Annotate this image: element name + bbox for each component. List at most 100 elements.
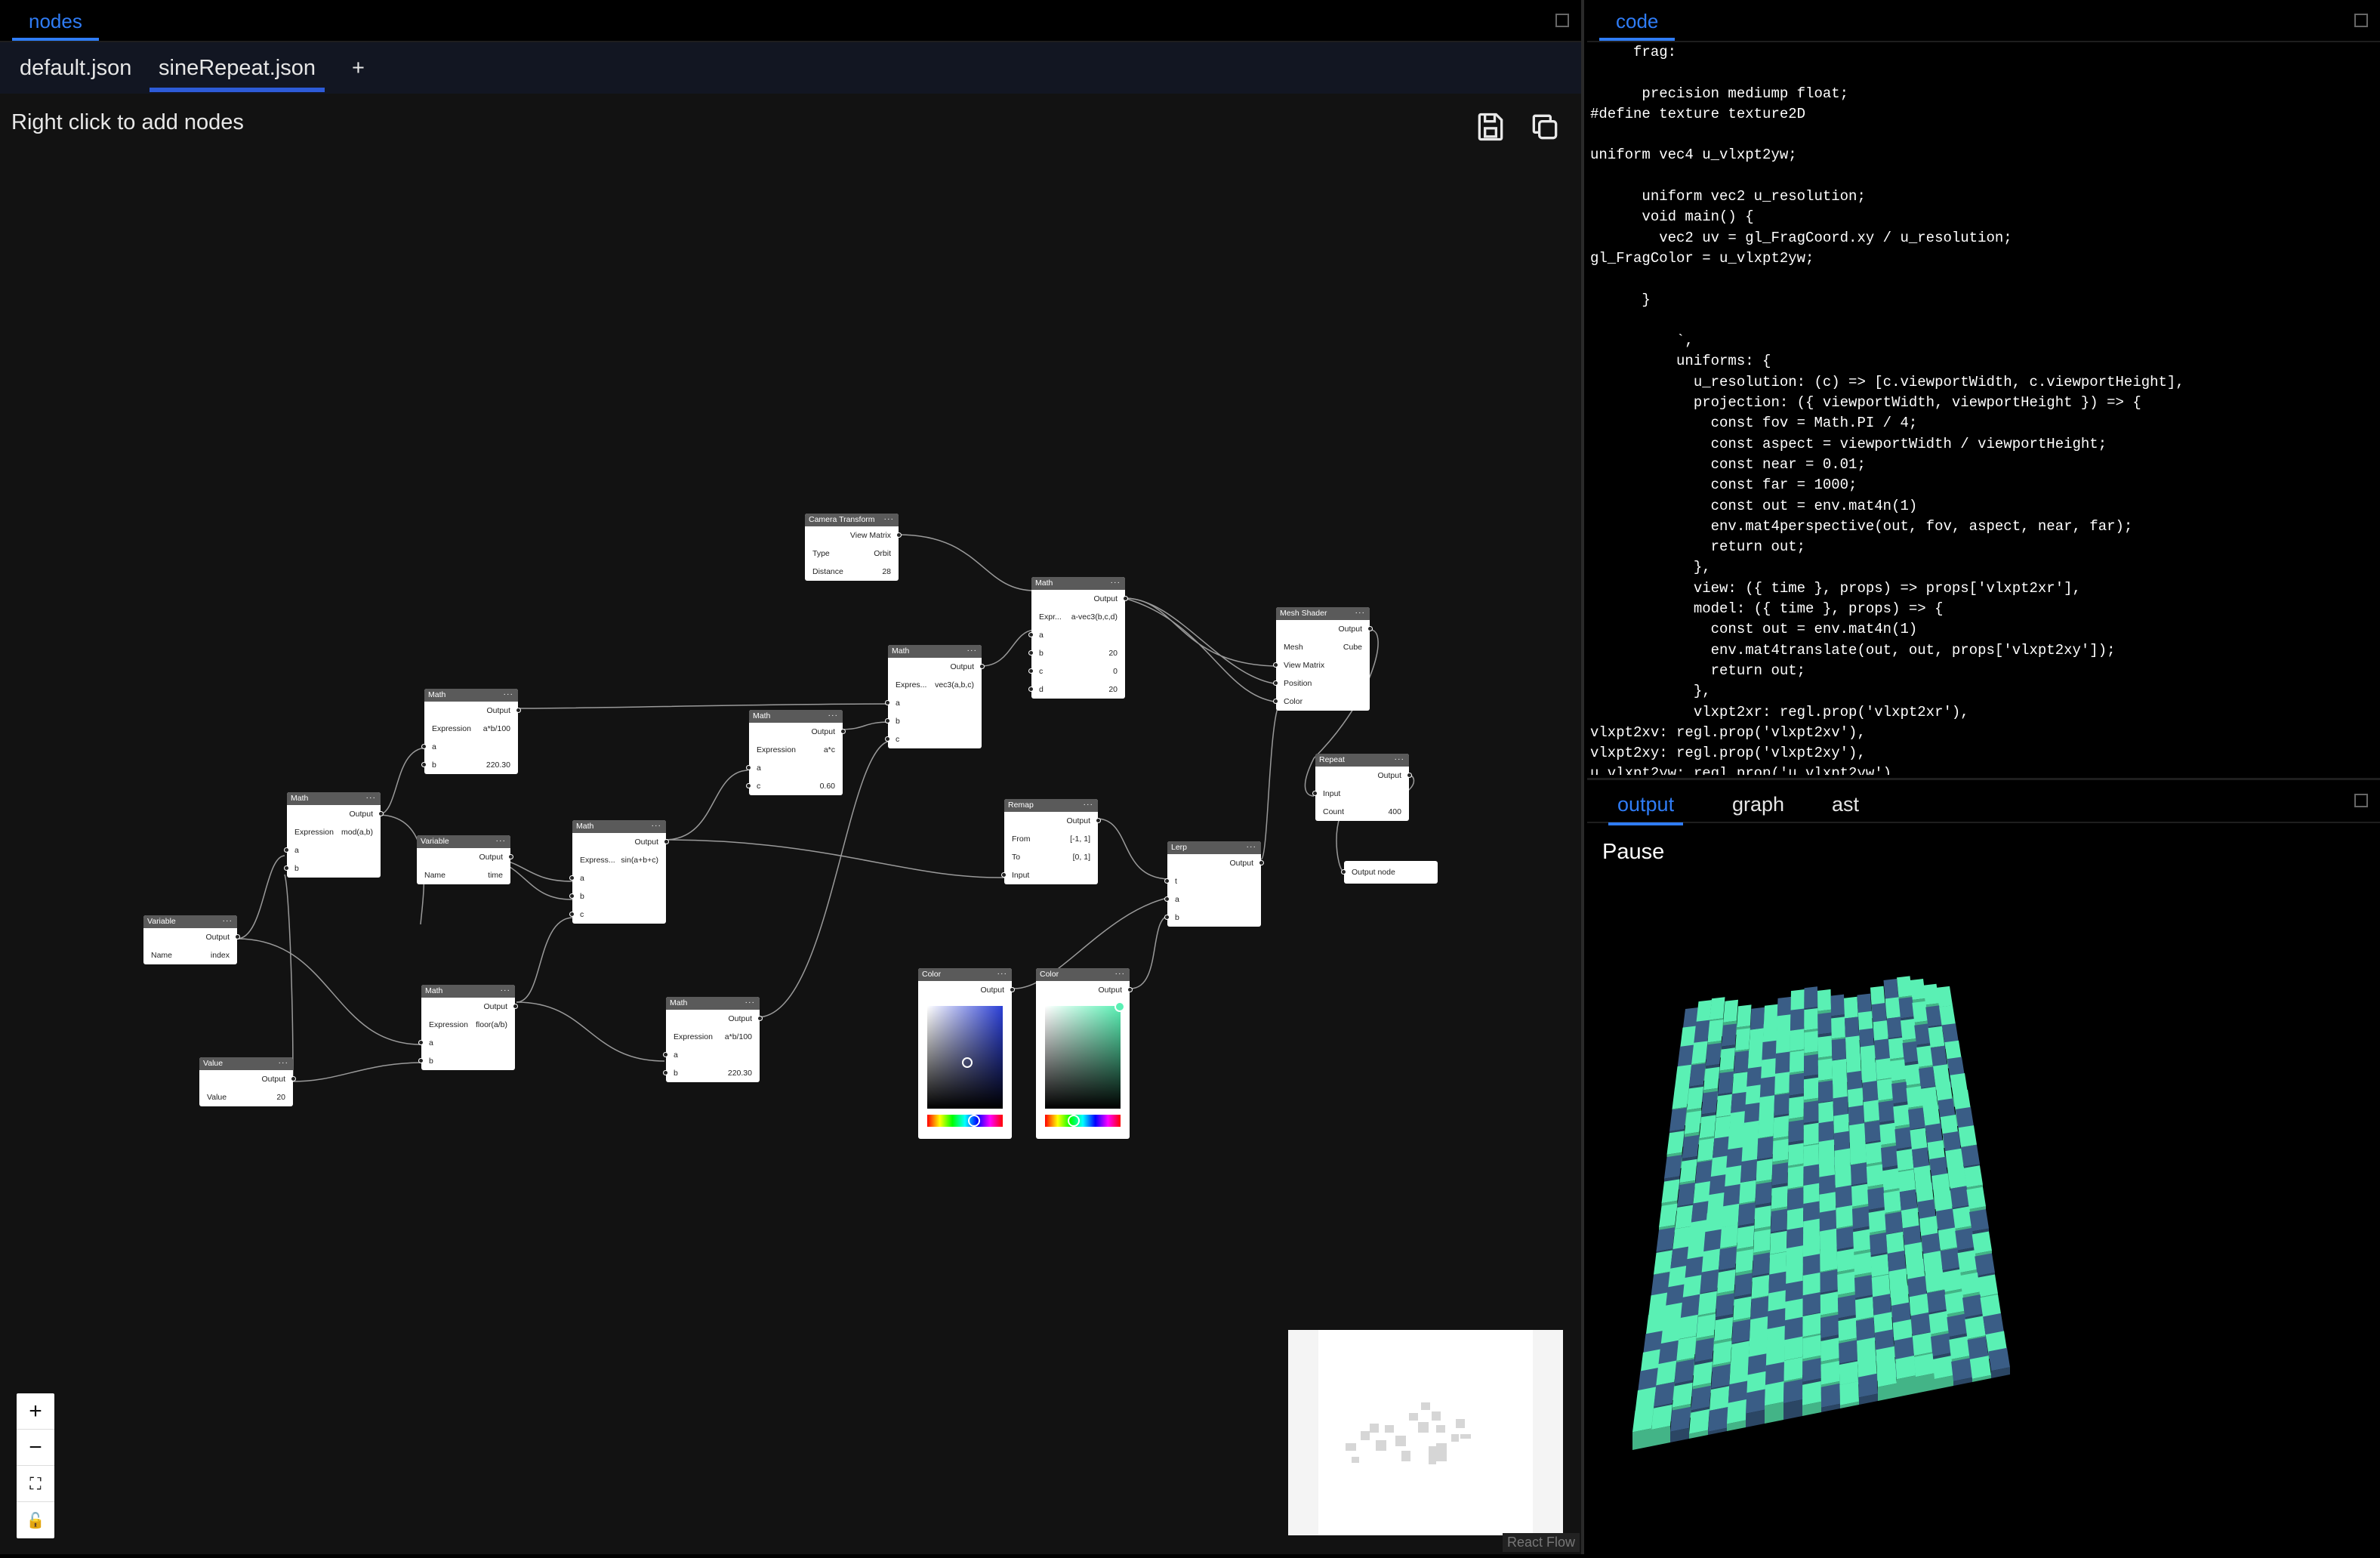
output-port[interactable] — [1096, 818, 1101, 823]
output-port[interactable] — [664, 839, 669, 844]
output-viewport[interactable] — [1587, 823, 2380, 1554]
input-port[interactable] — [663, 1070, 668, 1075]
maximize-icon[interactable] — [1555, 14, 1569, 27]
input-port[interactable] — [421, 744, 427, 749]
picker-handle[interactable] — [1114, 1001, 1125, 1012]
tab-default-json[interactable]: default.json — [11, 50, 140, 92]
input-port[interactable] — [418, 1058, 424, 1063]
output-port[interactable] — [1259, 860, 1264, 865]
input-port[interactable] — [1001, 872, 1007, 878]
input-port[interactable] — [569, 912, 575, 917]
tab-code[interactable]: code — [1599, 6, 1676, 41]
input-port[interactable] — [746, 783, 751, 788]
hue-slider[interactable] — [927, 1115, 1003, 1127]
copy-icon[interactable] — [1528, 110, 1561, 143]
variable-time-node[interactable]: Variable ··· Output Name time — [417, 835, 513, 884]
zoom-out-icon[interactable]: − — [17, 1430, 54, 1466]
input-port[interactable] — [569, 875, 575, 881]
save-icon[interactable] — [1474, 110, 1507, 143]
lock-icon[interactable]: 🔓 — [17, 1502, 54, 1538]
output-port[interactable] — [1367, 626, 1373, 631]
math-vec3-node[interactable]: Math ··· Output Expres... vec3(a,b,c) a b … — [885, 645, 985, 748]
add-file-button[interactable]: + — [343, 50, 374, 92]
input-port[interactable] — [1273, 699, 1278, 704]
input-port[interactable] — [421, 762, 427, 767]
fit-view-icon[interactable]: ⛶ — [17, 1466, 54, 1502]
output-port[interactable] — [757, 1016, 763, 1021]
mesh-shader-node[interactable]: Mesh Shader ··· Output Mesh Cube View Matr… — [1273, 607, 1373, 711]
input-port[interactable] — [569, 893, 575, 899]
input-port[interactable] — [1164, 915, 1170, 920]
input-port[interactable] — [1164, 896, 1170, 902]
pause-button[interactable]: Pause — [1602, 840, 1664, 865]
math-sin-node[interactable]: Math ··· Output Express... sin(a+b+c) a b … — [569, 820, 669, 924]
math-ac-node[interactable]: Math ··· Output Expression a*c a c 0.60 — [746, 710, 846, 795]
output-port[interactable] — [1127, 987, 1133, 992]
input-port[interactable] — [1028, 650, 1034, 656]
input-port[interactable] — [885, 700, 890, 705]
input-port[interactable] — [663, 1052, 668, 1057]
maximize-icon[interactable] — [2354, 794, 2368, 807]
maximize-icon[interactable] — [2354, 14, 2368, 27]
math-floor-node[interactable]: Math ··· Output Expression floor(a/b) a b — [418, 985, 518, 1070]
picker-handle[interactable] — [962, 1057, 973, 1068]
input-port[interactable] — [1028, 668, 1034, 674]
output-port[interactable] — [896, 532, 902, 538]
node-header[interactable]: Math ··· — [666, 997, 760, 1010]
node-header[interactable]: Math ··· — [572, 820, 666, 833]
output-port[interactable] — [1407, 773, 1412, 778]
output-port[interactable] — [1010, 987, 1015, 992]
math-mod-node[interactable]: Math ··· Output Expression mod(a,b) a b — [284, 792, 384, 878]
input-port[interactable] — [1028, 686, 1034, 692]
output-port[interactable] — [516, 708, 521, 713]
hue-handle[interactable] — [968, 1115, 980, 1127]
node-header[interactable]: Math ··· — [1031, 577, 1125, 590]
input-port[interactable] — [746, 765, 751, 770]
tab-graph[interactable]: graph — [1723, 789, 1793, 825]
math-avec3-node[interactable]: Math ··· Output Expr... a-vec3(b,c,d) a b2… — [1028, 577, 1128, 699]
node-header[interactable]: Remap ··· — [1004, 799, 1098, 812]
camera-transform-node[interactable]: Camera Transform ··· View Matrix Type Orbi… — [805, 514, 902, 581]
remap-node[interactable]: Remap ··· Output From [-1, 1] To [0, 1] Inp… — [1001, 799, 1101, 884]
tab-nodes[interactable]: nodes — [12, 6, 99, 41]
input-port[interactable] — [885, 736, 890, 742]
output-node[interactable]: Output node — [1341, 861, 1438, 884]
math-a100-node[interactable]: Math ··· Output Expression a*b/100 a b 220.… — [421, 689, 521, 774]
node-header[interactable]: Color ··· — [918, 968, 1012, 981]
node-header[interactable]: Variable ··· — [143, 915, 237, 928]
output-port[interactable] — [378, 811, 384, 816]
input-port[interactable] — [885, 718, 890, 723]
node-header[interactable]: Math ··· — [888, 645, 982, 658]
input-port[interactable] — [284, 847, 289, 853]
output-port[interactable] — [840, 729, 846, 734]
input-port[interactable] — [1028, 632, 1034, 637]
hue-handle[interactable] — [1068, 1115, 1080, 1127]
output-port[interactable] — [979, 664, 985, 669]
input-port[interactable] — [1341, 869, 1346, 875]
react-flow-attribution[interactable]: React Flow — [1503, 1533, 1580, 1552]
minimap[interactable] — [1288, 1330, 1563, 1535]
node-header[interactable]: Value ··· — [199, 1057, 293, 1070]
input-port[interactable] — [284, 865, 289, 871]
node-header[interactable]: Mesh Shader ··· — [1276, 607, 1370, 620]
output-port[interactable] — [508, 854, 513, 859]
tab-sinerepeat-json[interactable]: sineRepeat.json — [150, 50, 325, 92]
lerp-node[interactable]: Lerp ··· Output t a b — [1164, 841, 1264, 927]
output-port[interactable] — [513, 1004, 518, 1009]
input-port[interactable] — [1164, 878, 1170, 884]
output-port[interactable] — [235, 934, 240, 939]
variable-index-node[interactable]: Variable ··· Output Name index — [143, 915, 240, 964]
output-port[interactable] — [291, 1076, 296, 1081]
input-port[interactable] — [1273, 662, 1278, 668]
repeat-node[interactable]: Repeat ··· Output Input Count 400 — [1312, 754, 1412, 821]
hue-slider[interactable] — [1045, 1115, 1121, 1127]
value-node[interactable]: Value ··· Output Value 20 — [199, 1057, 296, 1106]
color-node[interactable]: Color ··· Output — [1036, 968, 1133, 1139]
node-header[interactable]: Lerp ··· — [1167, 841, 1261, 854]
zoom-in-icon[interactable]: + — [17, 1393, 54, 1430]
input-port[interactable] — [1273, 680, 1278, 686]
output-port[interactable] — [1123, 596, 1128, 601]
input-port[interactable] — [1312, 791, 1318, 796]
code-editor[interactable]: frag: precision mediump float; #define te… — [1590, 42, 2375, 775]
math-a100b-node[interactable]: Math ··· Output Expression a*b/100 a b 220.… — [663, 997, 763, 1082]
